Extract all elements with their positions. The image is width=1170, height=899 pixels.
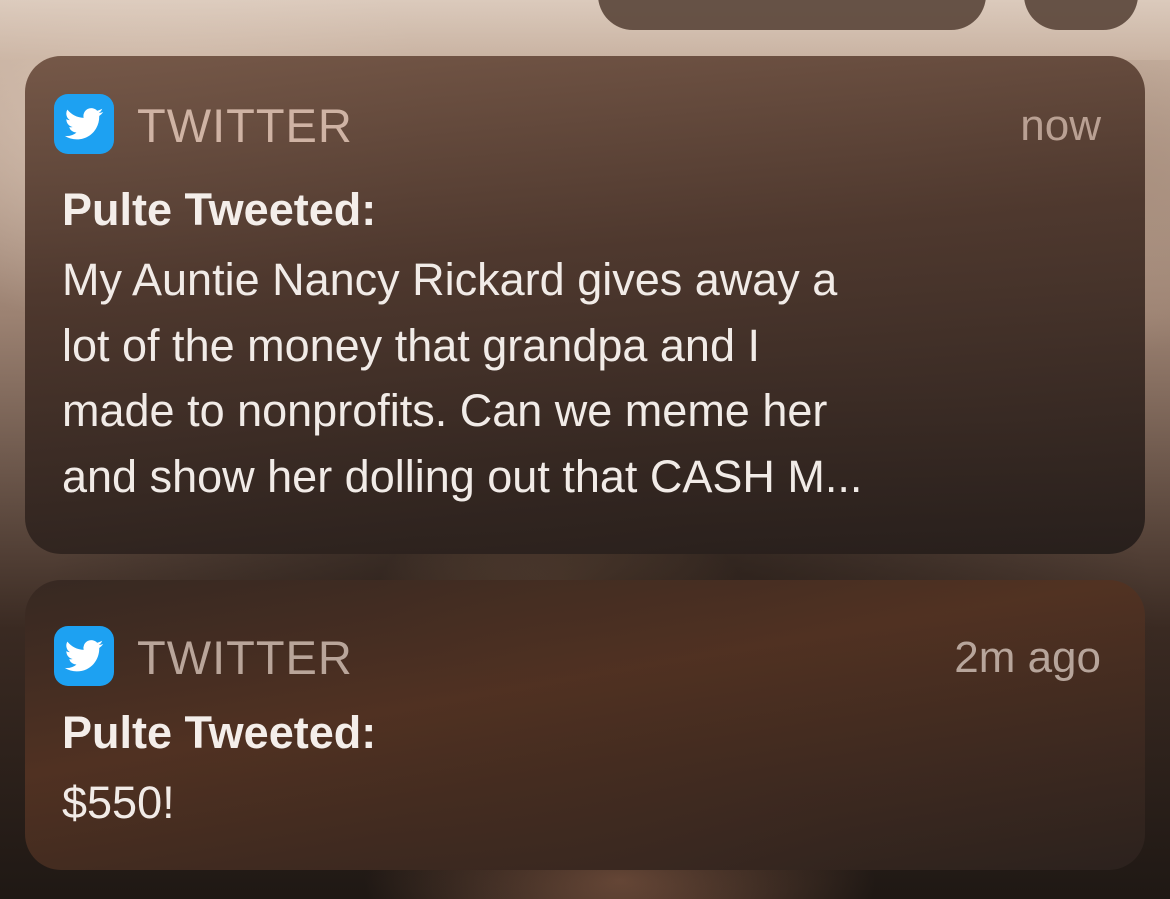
notification-title: Pulte Tweeted: [62,707,377,758]
app-name: TWITTER [137,99,353,152]
background-wall [0,0,1170,60]
twitter-bird-icon [54,626,114,686]
notification-header: TWITTER 2m ago [54,620,1101,686]
notification-action-button[interactable] [598,0,986,30]
body-line: made to nonprofits. Can we meme her [62,385,828,436]
body-line: lot of the money that grandpa and I [62,319,760,371]
notification-header: TWITTER now [54,88,1101,154]
twitter-bird-icon [54,94,114,154]
notification-card[interactable]: TWITTER now Pulte Tweeted: My Auntie Nan… [25,56,1145,554]
notification-body: My Auntie Nancy Rickard gives away a lot… [62,247,1102,509]
body-line: $550! [62,777,175,828]
notification-card[interactable]: TWITTER 2m ago Pulte Tweeted: $550! [25,580,1145,870]
body-line: My Auntie Nancy Rickard gives away a [62,254,838,305]
notification-title: Pulte Tweeted: [62,184,377,235]
notification-timestamp: now [1020,101,1101,150]
app-name: TWITTER [137,631,353,684]
body-line: and show her dolling out that CASH M... [62,450,863,502]
notification-body: $550! [62,770,1102,836]
notification-timestamp: 2m ago [954,633,1101,682]
